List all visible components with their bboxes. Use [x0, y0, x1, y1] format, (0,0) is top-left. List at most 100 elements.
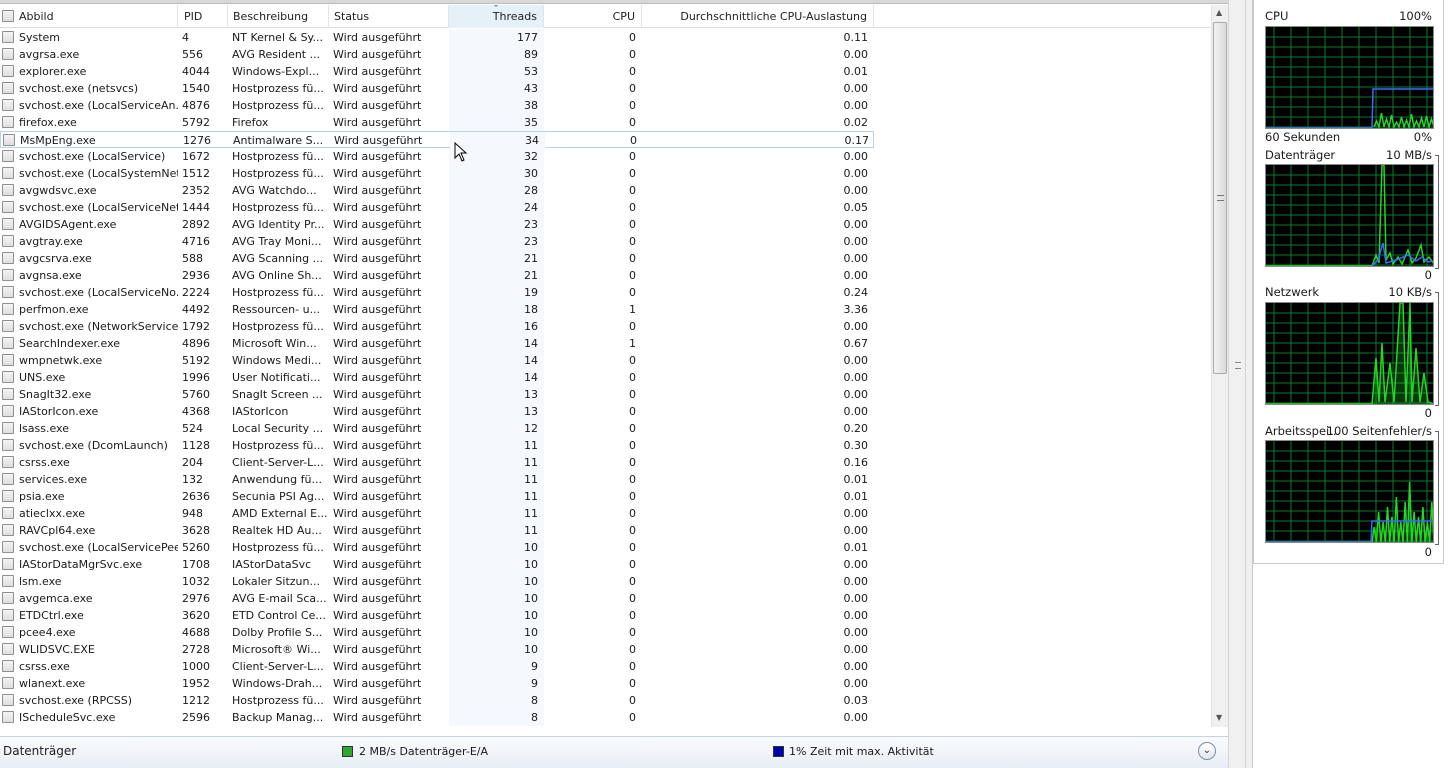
scroll-down-icon[interactable]: ▼	[1216, 713, 1222, 722]
table-row[interactable]: RAVCpl64.exe 3628 Realtek HD Au... Wird aus…	[0, 522, 874, 539]
row-checkbox[interactable]	[2, 150, 14, 162]
expand-chevron-icon[interactable]: ⌄	[1198, 742, 1216, 760]
scrollbar-thumb[interactable]	[1213, 22, 1227, 374]
row-checkbox[interactable]	[2, 48, 14, 60]
table-row[interactable]: svchost.exe (LocalService) 1672 Hostprozes…	[0, 148, 874, 165]
row-checkbox[interactable]	[2, 524, 14, 536]
row-checkbox[interactable]	[2, 99, 14, 111]
vertical-scrollbar-outer[interactable]	[1228, 0, 1246, 768]
row-checkbox[interactable]	[2, 626, 14, 638]
table-row[interactable]: firefox.exe 5792 Firefox Wird ausgeführt 35 0…	[0, 114, 874, 131]
row-checkbox[interactable]	[2, 694, 14, 706]
row-checkbox[interactable]	[2, 354, 14, 366]
row-checkbox[interactable]	[2, 643, 14, 655]
column-header-status[interactable]: Status	[329, 5, 449, 28]
table-row[interactable]: svchost.exe (LocalServiceNo... 2224 Hostpr…	[0, 284, 874, 301]
panel-splitter[interactable]	[1246, 0, 1253, 768]
table-row[interactable]: svchost.exe (LocalServicePee... 5260 Hostp…	[0, 539, 874, 556]
table-row[interactable]: svchost.exe (NetworkService) 1792 Hostproz…	[0, 318, 874, 335]
column-header-beschreibung[interactable]: Beschreibung	[228, 5, 329, 28]
table-row[interactable]: atieclxx.exe 948 AMD External E... Wird aus…	[0, 505, 874, 522]
row-checkbox[interactable]	[2, 507, 14, 519]
table-row[interactable]: SearchIndexer.exe 4896 Microsoft Win... Wir…	[0, 335, 874, 352]
table-row[interactable]: pcee4.exe 4688 Dolby Profile S... Wird ausg…	[0, 624, 874, 641]
table-row[interactable]: WLIDSVC.EXE 2728 Microsoft® Wi... Wird ausg…	[0, 641, 874, 658]
row-checkbox[interactable]	[2, 609, 14, 621]
table-row[interactable]: svchost.exe (LocalServiceAn... 4876 Hostpr…	[0, 97, 874, 114]
row-checkbox[interactable]	[2, 371, 14, 383]
table-row[interactable]: wlanext.exe 1952 Windows-Drah... Wird ausge…	[0, 675, 874, 692]
section-header-bar[interactable]: Datenträger 2 MB/s Datenträger-E/A 1% Ze…	[0, 736, 1228, 768]
table-row[interactable]: UNS.exe 1996 User Notificati... Wird ausgef…	[0, 369, 874, 386]
table-row[interactable]: csrss.exe 204 Client-Server-L... Wird ausge…	[0, 454, 874, 471]
table-row[interactable]: avgnsa.exe 2936 AVG Online Sh... Wird ausge…	[0, 267, 874, 284]
row-checkbox[interactable]	[2, 252, 14, 264]
row-checkbox[interactable]	[2, 31, 14, 43]
row-checkbox[interactable]	[2, 286, 14, 298]
table-row[interactable]: svchost.exe (DcomLaunch) 1128 Hostprozess …	[0, 437, 874, 454]
table-row[interactable]: svchost.exe (netsvcs) 1540 Hostprozess fü.…	[0, 80, 874, 97]
column-header-pid[interactable]: PID	[178, 5, 228, 28]
row-checkbox[interactable]	[2, 405, 14, 417]
table-row[interactable]: IAStorIcon.exe 4368 IAStorIcon Wird ausgefü…	[0, 403, 874, 420]
row-checkbox[interactable]	[2, 660, 14, 672]
select-all-checkbox[interactable]	[2, 10, 14, 22]
row-checkbox[interactable]	[2, 320, 14, 332]
table-row[interactable]: svchost.exe (LocalSystemNet... 1512 Hostpr…	[0, 165, 874, 182]
row-checkbox[interactable]	[2, 558, 14, 570]
row-checkbox[interactable]	[2, 167, 14, 179]
process-threads: 21	[524, 252, 538, 265]
table-row[interactable]: lsm.exe 1032 Lokaler Sitzun... Wird ausgefü…	[0, 573, 874, 590]
row-checkbox[interactable]	[2, 201, 14, 213]
table-row[interactable]: wmpnetwk.exe 5192 Windows Medi... Wird ausg…	[0, 352, 874, 369]
row-checkbox[interactable]	[2, 65, 14, 77]
row-checkbox[interactable]	[2, 303, 14, 315]
column-header-abbild[interactable]: Abbild	[0, 5, 178, 28]
table-row[interactable]: psia.exe 2636 Secunia PSI Ag... Wird ausgef…	[0, 488, 874, 505]
process-cpu: 0	[629, 711, 636, 724]
table-row[interactable]: avgwdsvc.exe 2352 AVG Watchdo... Wird ausge…	[0, 182, 874, 199]
table-row[interactable]: services.exe 132 Anwendung fü... Wird ausge…	[0, 471, 874, 488]
table-row[interactable]: AVGIDSAgent.exe 2892 AVG Identity Pr... Wir…	[0, 216, 874, 233]
table-row[interactable]: lsass.exe 524 Local Security ... Wird ausge…	[0, 420, 874, 437]
row-checkbox[interactable]	[2, 456, 14, 468]
row-checkbox[interactable]	[2, 711, 14, 723]
row-checkbox[interactable]	[2, 592, 14, 604]
row-checkbox[interactable]	[2, 82, 14, 94]
scroll-up-icon[interactable]: ▲	[1216, 8, 1222, 17]
table-row[interactable]: System 4 NT Kernel & Sy... Wird ausgeführt 1…	[0, 29, 874, 46]
row-checkbox[interactable]	[2, 235, 14, 247]
table-row[interactable]: IAStorDataMgrSvc.exe 1708 IAStorDataSvc Wir…	[0, 556, 874, 573]
row-checkbox[interactable]	[2, 490, 14, 502]
row-checkbox[interactable]	[2, 269, 14, 281]
vertical-scrollbar[interactable]: ▲ ▼	[1211, 5, 1228, 727]
row-checkbox[interactable]	[3, 134, 15, 146]
table-row[interactable]: perfmon.exe 4492 Ressourcen- u... Wird ausg…	[0, 301, 874, 318]
table-row[interactable]: svchost.exe (RPCSS) 1212 Hostprozess fü...…	[0, 692, 874, 709]
row-checkbox[interactable]	[2, 677, 14, 689]
table-row[interactable]: ETDCtrl.exe 3620 ETD Control Ce... Wird aus…	[0, 607, 874, 624]
row-checkbox[interactable]	[2, 184, 14, 196]
row-checkbox[interactable]	[2, 337, 14, 349]
table-row[interactable]: avgrsa.exe 556 AVG Resident ... Wird ausgef…	[0, 46, 874, 63]
table-row[interactable]: MsMpEng.exe 1276 Antimalware S... Wird ausg…	[0, 131, 874, 149]
row-checkbox[interactable]	[2, 575, 14, 587]
table-row[interactable]: IScheduleSvc.exe 2596 Backup Manag... Wird …	[0, 709, 874, 726]
table-row[interactable]: avgcsrva.exe 588 AVG Scanning ... Wird ausg…	[0, 250, 874, 267]
table-row[interactable]: avgemca.exe 2976 AVG E-mail Sca... Wird aus…	[0, 590, 874, 607]
table-row[interactable]: SnagIt32.exe 5760 SnagIt Screen ... Wird au…	[0, 386, 874, 403]
column-header-cpu[interactable]: CPU	[544, 5, 642, 28]
table-row[interactable]: svchost.exe (LocalServiceNet... 1444 Hostp…	[0, 199, 874, 216]
row-checkbox[interactable]	[2, 473, 14, 485]
row-checkbox[interactable]	[2, 422, 14, 434]
row-checkbox[interactable]	[2, 218, 14, 230]
column-header-threads[interactable]: Threads	[449, 5, 544, 28]
row-checkbox[interactable]	[2, 541, 14, 553]
row-checkbox[interactable]	[2, 116, 14, 128]
table-row[interactable]: csrss.exe 1000 Client-Server-L... Wird ausg…	[0, 658, 874, 675]
row-checkbox[interactable]	[2, 388, 14, 400]
column-header-avg-cpu[interactable]: Durchschnittliche CPU-Auslastung	[642, 5, 874, 28]
table-row[interactable]: explorer.exe 4044 Windows-Expl... Wird ausg…	[0, 63, 874, 80]
table-row[interactable]: avgtray.exe 4716 AVG Tray Moni... Wird ausg…	[0, 233, 874, 250]
row-checkbox[interactable]	[2, 439, 14, 451]
